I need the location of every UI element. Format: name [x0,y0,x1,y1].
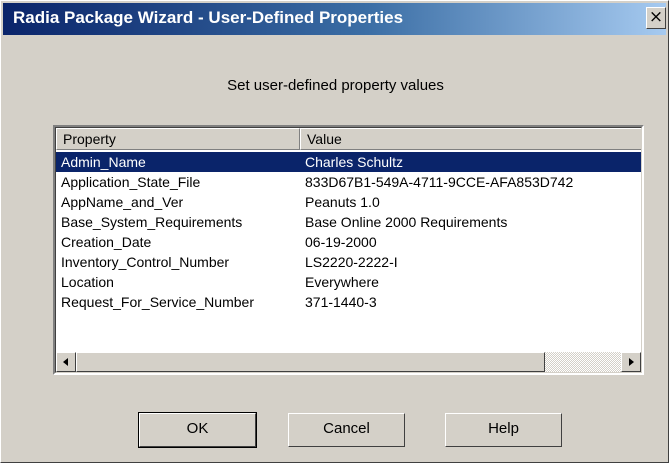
ok-button[interactable]: OK [138,412,257,448]
list-header: Property Value [56,128,641,150]
value-cell: 06-19-2000 [305,234,377,250]
property-cell: Request_For_Service_Number [61,294,254,310]
cancel-button[interactable]: Cancel [288,413,405,447]
scroll-right-button[interactable] [621,352,641,372]
table-row[interactable]: Creation_Date 06-19-2000 [56,232,641,252]
instruction-text: Set user-defined property values [227,77,444,94]
property-cell: AppName_and_Ver [61,194,184,210]
value-cell: 371-1440-3 [305,294,377,310]
arrow-right-icon [629,358,634,366]
value-cell: 833D67B1-549A-4711-9CCE-AFA853D742 [305,174,574,190]
value-cell: Charles Schultz [305,154,404,170]
table-row[interactable]: Application_State_File 833D67B1-549A-4711… [56,172,641,192]
property-cell: Admin_Name [61,154,146,170]
horizontal-scrollbar[interactable] [56,352,641,372]
property-cell: Location [61,274,114,290]
column-header-property[interactable]: Property [56,128,300,150]
table-row[interactable]: Inventory_Control_Number LS2220-2222-I [56,252,641,272]
table-row[interactable]: Admin_Name Charles Schultz [56,152,641,172]
properties-list[interactable]: Property Value Admin_Name Charles Schultz… [53,125,644,375]
table-row[interactable]: Request_For_Service_Number 371-1440-3 [56,292,641,312]
arrow-left-icon [63,358,68,366]
scrollbar-track[interactable] [76,352,621,372]
list-rows: Admin_Name Charles Schultz Application_Sta… [56,152,641,312]
title-bar[interactable]: Radia Package Wizard - User-Defined Prop… [3,3,666,35]
value-cell: LS2220-2222-I [305,254,398,270]
property-cell: Creation_Date [61,234,152,250]
property-cell: Base_System_Requirements [61,214,243,230]
property-cell: Inventory_Control_Number [61,254,230,270]
scroll-left-button[interactable] [56,352,76,372]
table-row[interactable]: AppName_and_Ver Peanuts 1.0 [56,192,641,212]
dialog-window: Radia Package Wizard - User-Defined Prop… [0,0,669,463]
value-cell: Peanuts 1.0 [305,194,380,210]
column-header-value[interactable]: Value [300,128,641,150]
window-title: Radia Package Wizard - User-Defined Prop… [13,8,404,27]
table-row[interactable]: Location Everywhere [56,272,641,292]
value-cell: Base Online 2000 Requirements [305,214,508,230]
scrollbar-thumb[interactable] [76,352,545,372]
close-icon[interactable]: × [646,7,666,29]
table-row[interactable]: Base_System_Requirements Base Online 2000… [56,212,641,232]
value-cell: Everywhere [305,274,379,290]
help-button[interactable]: Help [445,413,562,447]
property-cell: Application_State_File [61,174,201,190]
